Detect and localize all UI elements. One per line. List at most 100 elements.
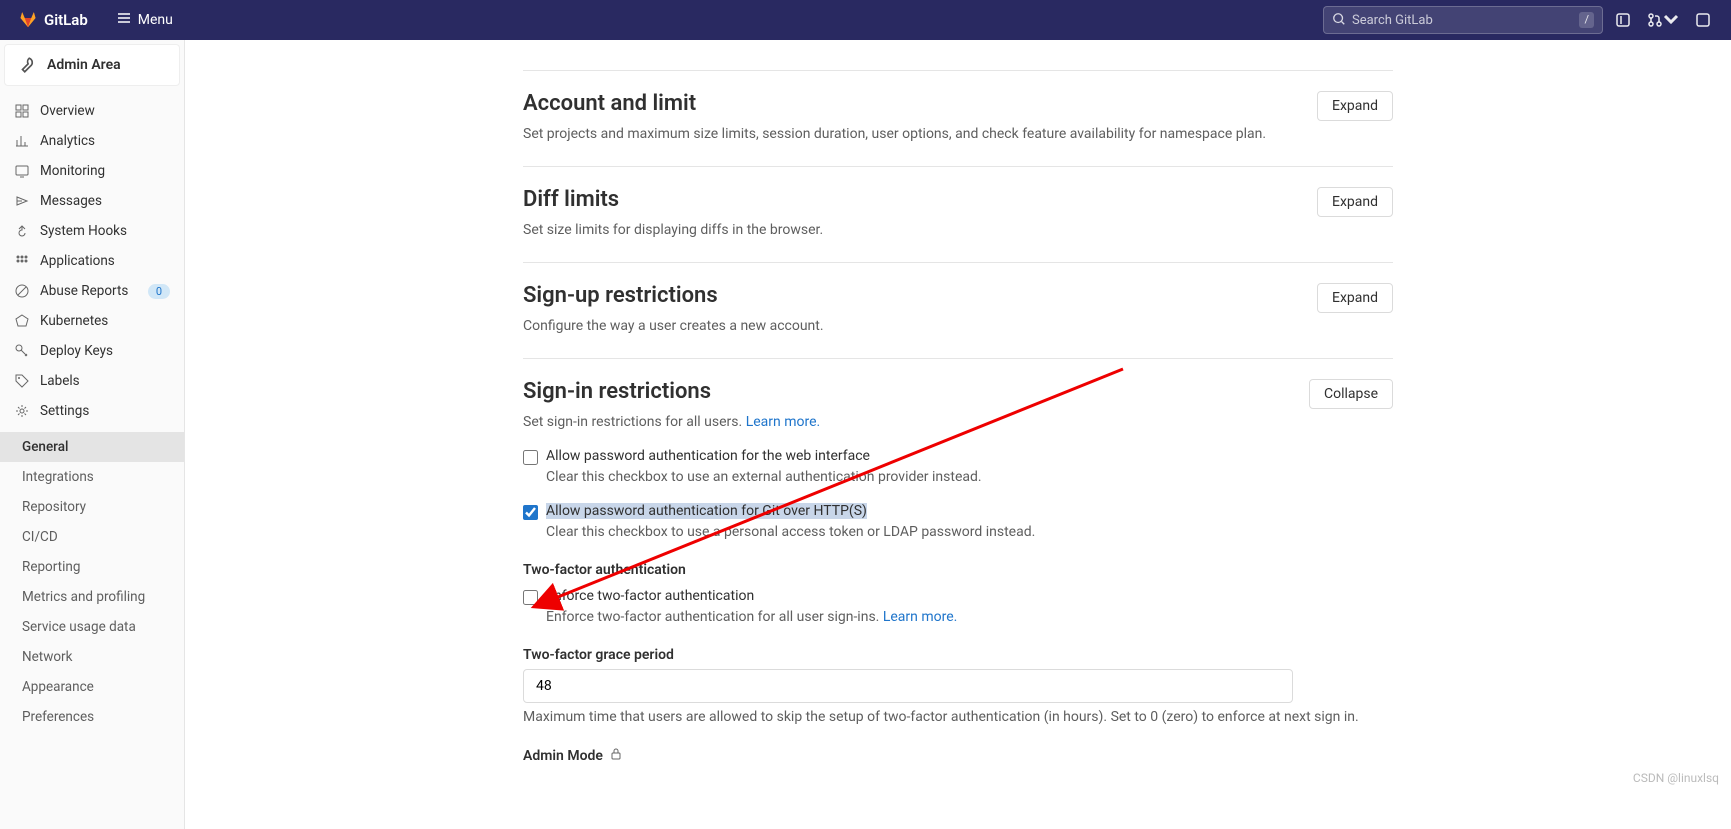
search-input[interactable] <box>1352 13 1579 28</box>
allow-password-git-help: Clear this checkbox to use a personal ac… <box>546 524 1393 540</box>
sidebar-item-system-hooks[interactable]: System Hooks <box>0 216 184 246</box>
overview-icon <box>14 103 30 119</box>
learn-more-link[interactable]: Learn more. <box>746 414 821 430</box>
messages-icon <box>14 193 30 209</box>
subnav-cicd[interactable]: CI/CD <box>0 522 184 552</box>
context-title: Admin Area <box>47 57 121 73</box>
grace-period-label: Two-factor grace period <box>523 647 1393 663</box>
monitoring-icon <box>14 163 30 179</box>
subnav-integrations[interactable]: Integrations <box>0 462 184 492</box>
k8s-icon <box>14 313 30 329</box>
main-content: Account and limit Set projects and maxim… <box>185 40 1731 829</box>
section-signup-restrictions: Sign-up restrictions Configure the way a… <box>523 263 1393 359</box>
allow-password-git-checkbox[interactable] <box>523 505 538 520</box>
wrench-icon <box>17 55 37 75</box>
section-desc: Set projects and maximum size limits, se… <box>523 126 1266 142</box>
tfa-heading: Two-factor authentication <box>523 562 1393 578</box>
expand-button[interactable]: Expand <box>1317 91 1393 121</box>
apps-icon <box>14 253 30 269</box>
sidebar-item-settings[interactable]: Settings <box>0 396 184 426</box>
sidebar-item-label: Overview <box>40 103 95 119</box>
sidebar-item-labels[interactable]: Labels <box>0 366 184 396</box>
signin-body: Allow password authentication for the we… <box>523 448 1393 765</box>
sidebar-item-label: Labels <box>40 373 80 389</box>
hamburger-icon <box>116 10 132 30</box>
key-icon <box>14 343 30 359</box>
allow-password-git-label: Allow password authentication for Git ov… <box>546 503 867 519</box>
sidebar: Admin Area Overview Analytics Monitoring… <box>0 40 185 829</box>
sidebar-item-applications[interactable]: Applications <box>0 246 184 276</box>
grace-period-input[interactable] <box>523 669 1293 703</box>
subnav-appearance[interactable]: Appearance <box>0 672 184 702</box>
sidebar-item-monitoring[interactable]: Monitoring <box>0 156 184 186</box>
search-box[interactable]: / <box>1323 6 1603 34</box>
sidebar-nav: Overview Analytics Monitoring Messages S… <box>0 90 184 432</box>
sidebar-item-label: Messages <box>40 193 102 209</box>
abuse-badge: 0 <box>148 284 170 299</box>
abuse-icon <box>14 283 30 299</box>
sidebar-item-abuse-reports[interactable]: Abuse Reports 0 <box>0 276 184 306</box>
sidebar-item-label: Deploy Keys <box>40 343 113 359</box>
search-icon <box>1332 11 1346 30</box>
sidebar-item-label: Monitoring <box>40 163 105 179</box>
sidebar-item-label: Abuse Reports <box>40 283 128 299</box>
topbar: GitLab Menu / <box>0 0 1731 40</box>
subnav-reporting[interactable]: Reporting <box>0 552 184 582</box>
section-title: Account and limit <box>523 91 1266 116</box>
sidebar-item-label: Settings <box>40 403 89 419</box>
menu-button[interactable]: Menu <box>106 4 183 36</box>
subnav-metrics[interactable]: Metrics and profiling <box>0 582 184 612</box>
sidebar-item-label: System Hooks <box>40 223 127 239</box>
sidebar-item-deploy-keys[interactable]: Deploy Keys <box>0 336 184 366</box>
section-title: Diff limits <box>523 187 823 212</box>
sidebar-item-analytics[interactable]: Analytics <box>0 126 184 156</box>
expand-button[interactable]: Expand <box>1317 187 1393 217</box>
settings-subnav: General Integrations Repository CI/CD Re… <box>0 432 184 732</box>
section-desc: Configure the way a user creates a new a… <box>523 318 824 334</box>
sidebar-item-messages[interactable]: Messages <box>0 186 184 216</box>
learn-more-link[interactable]: Learn more. <box>883 609 958 625</box>
issues-icon[interactable] <box>1611 8 1635 32</box>
topbar-right: / <box>1323 6 1723 34</box>
section-diff-limits: Diff limits Set size limits for displayi… <box>523 167 1393 263</box>
admin-mode-heading: Admin Mode <box>523 747 1393 765</box>
watermark: CSDN @linuxlsq <box>1633 771 1719 785</box>
subnav-general[interactable]: General <box>0 432 184 462</box>
sidebar-item-label: Analytics <box>40 133 95 149</box>
enforce-2fa-label: Enforce two-factor authentication <box>546 588 754 604</box>
section-desc: Set size limits for displaying diffs in … <box>523 222 823 238</box>
label-icon <box>14 373 30 389</box>
subnav-preferences[interactable]: Preferences <box>0 702 184 732</box>
subnav-repository[interactable]: Repository <box>0 492 184 522</box>
section-desc: Set sign-in restrictions for all users. … <box>523 414 820 430</box>
collapse-button[interactable]: Collapse <box>1309 379 1393 409</box>
enforce-2fa-checkbox[interactable] <box>523 590 538 605</box>
hook-icon <box>14 223 30 239</box>
sidebar-item-label: Kubernetes <box>40 313 108 329</box>
allow-password-web-label: Allow password authentication for the we… <box>546 448 870 464</box>
gitlab-logo-icon <box>18 8 38 32</box>
subnav-service-usage[interactable]: Service usage data <box>0 612 184 642</box>
enforce-2fa-help: Enforce two-factor authentication for al… <box>546 609 1393 625</box>
section-account-limit: Account and limit Set projects and maxim… <box>523 71 1393 167</box>
analytics-icon <box>14 133 30 149</box>
section-title: Sign-in restrictions <box>523 379 820 404</box>
expand-button[interactable]: Expand <box>1317 283 1393 313</box>
brand-text: GitLab <box>44 11 88 29</box>
sidebar-item-kubernetes[interactable]: Kubernetes <box>0 306 184 336</box>
admin-area-context[interactable]: Admin Area <box>4 44 180 86</box>
allow-password-web-checkbox[interactable] <box>523 450 538 465</box>
sidebar-item-label: Applications <box>40 253 115 269</box>
settings-icon <box>14 403 30 419</box>
menu-label: Menu <box>138 12 173 28</box>
allow-password-web-help: Clear this checkbox to use an external a… <box>546 469 1393 485</box>
subnav-network[interactable]: Network <box>0 642 184 672</box>
sidebar-item-overview[interactable]: Overview <box>0 96 184 126</box>
section-title: Sign-up restrictions <box>523 283 824 308</box>
logo-area[interactable]: GitLab <box>8 8 98 32</box>
section-signin-restrictions: Sign-in restrictions Set sign-in restric… <box>523 359 1393 789</box>
todos-icon[interactable] <box>1691 8 1715 32</box>
search-kbd-hint: / <box>1579 12 1594 28</box>
grace-period-help: Maximum time that users are allowed to s… <box>523 709 1393 725</box>
merge-requests-icon[interactable] <box>1643 8 1683 32</box>
